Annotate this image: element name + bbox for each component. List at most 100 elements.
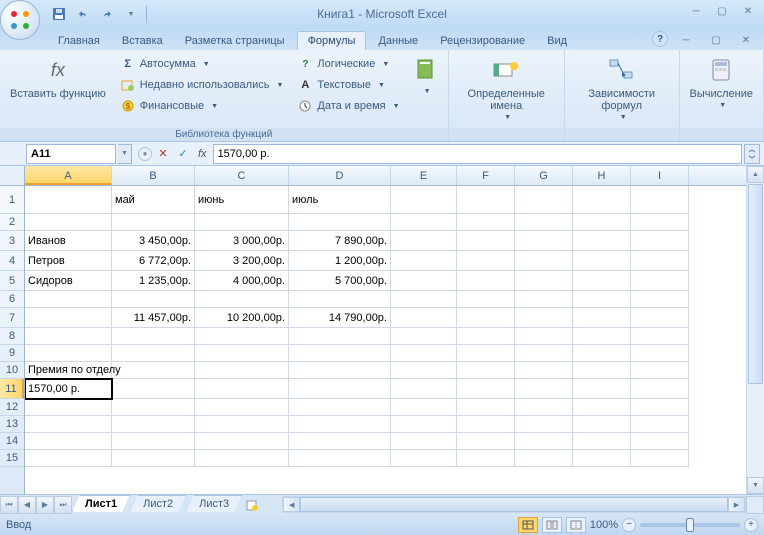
- cell-H4[interactable]: [573, 251, 631, 271]
- cell-I7[interactable]: [631, 308, 689, 328]
- cell-H14[interactable]: [573, 433, 631, 450]
- cell-C13[interactable]: [195, 416, 289, 433]
- cell-F15[interactable]: [457, 450, 515, 467]
- cell-C15[interactable]: [195, 450, 289, 467]
- text-button[interactable]: AТекстовые▼: [293, 75, 403, 95]
- tab-last-icon[interactable]: ⏭: [54, 496, 72, 514]
- cell-G7[interactable]: [515, 308, 573, 328]
- cell-F12[interactable]: [457, 399, 515, 416]
- cell-G8[interactable]: [515, 328, 573, 345]
- row-header-9[interactable]: 9: [0, 345, 24, 362]
- cell-grid[interactable]: майиюньиюльИванов3 450,00р.3 000,00р.7 8…: [25, 186, 746, 494]
- maximize-button[interactable]: ▢: [710, 2, 734, 20]
- cell-B11[interactable]: [112, 379, 195, 399]
- formula-input[interactable]: 1570,00 р.: [213, 144, 742, 164]
- cell-A7[interactable]: [25, 308, 112, 328]
- cell-I2[interactable]: [631, 214, 689, 231]
- tab-insert[interactable]: Вставка: [112, 32, 173, 50]
- sheet-tab-2[interactable]: Лист2: [130, 495, 186, 512]
- cell-C1[interactable]: июнь: [195, 186, 289, 214]
- cell-B4[interactable]: 6 772,00р.: [112, 251, 195, 271]
- cell-H12[interactable]: [573, 399, 631, 416]
- cell-G13[interactable]: [515, 416, 573, 433]
- cell-G11[interactable]: [515, 379, 573, 399]
- cell-F7[interactable]: [457, 308, 515, 328]
- cell-E11[interactable]: [391, 379, 457, 399]
- col-header-D[interactable]: D: [289, 166, 391, 185]
- cell-I5[interactable]: [631, 271, 689, 291]
- cell-I14[interactable]: [631, 433, 689, 450]
- save-icon[interactable]: [48, 3, 70, 25]
- col-header-C[interactable]: C: [195, 166, 289, 185]
- horizontal-scrollbar[interactable]: ◀ ▶: [282, 496, 746, 513]
- tab-page-layout[interactable]: Разметка страницы: [175, 32, 295, 50]
- sheet-tab-1[interactable]: Лист1: [72, 495, 130, 512]
- column-headers[interactable]: ABCDEFGHI: [25, 166, 746, 186]
- cell-B13[interactable]: [112, 416, 195, 433]
- cell-E7[interactable]: [391, 308, 457, 328]
- cell-G6[interactable]: [515, 291, 573, 308]
- resize-grip[interactable]: [746, 496, 764, 514]
- calculation-button[interactable]: Вычисление▼: [684, 52, 760, 111]
- sheet-tab-3[interactable]: Лист3: [186, 495, 242, 512]
- recent-button[interactable]: Недавно использовались▼: [116, 75, 288, 95]
- cell-F9[interactable]: [457, 345, 515, 362]
- row-header-5[interactable]: 5: [0, 271, 24, 291]
- cell-I6[interactable]: [631, 291, 689, 308]
- cell-G14[interactable]: [515, 433, 573, 450]
- cell-D15[interactable]: [289, 450, 391, 467]
- cell-C11[interactable]: [195, 379, 289, 399]
- row-header-3[interactable]: 3: [0, 231, 24, 251]
- worksheet[interactable]: ABCDEFGHI 123456789101112131415 майиюньи…: [0, 166, 764, 494]
- cell-D8[interactable]: [289, 328, 391, 345]
- cell-B3[interactable]: 3 450,00р.: [112, 231, 195, 251]
- cell-G15[interactable]: [515, 450, 573, 467]
- cell-G1[interactable]: [515, 186, 573, 214]
- defined-names-button[interactable]: Определенные имена▼: [453, 52, 560, 123]
- scroll-down-icon[interactable]: ▼: [747, 477, 764, 494]
- cell-E9[interactable]: [391, 345, 457, 362]
- cell-G5[interactable]: [515, 271, 573, 291]
- cell-B14[interactable]: [112, 433, 195, 450]
- cell-C6[interactable]: [195, 291, 289, 308]
- doc-restore-button[interactable]: ▢: [704, 31, 728, 49]
- cell-E2[interactable]: [391, 214, 457, 231]
- cell-E1[interactable]: [391, 186, 457, 214]
- tab-view[interactable]: Вид: [537, 32, 577, 50]
- cell-I4[interactable]: [631, 251, 689, 271]
- cell-B5[interactable]: 1 235,00р.: [112, 271, 195, 291]
- cell-E10[interactable]: [391, 362, 457, 379]
- cell-D3[interactable]: 7 890,00р.: [289, 231, 391, 251]
- cell-F2[interactable]: [457, 214, 515, 231]
- fx-icon[interactable]: fx: [198, 148, 207, 160]
- row-header-15[interactable]: 15: [0, 450, 24, 467]
- col-header-E[interactable]: E: [391, 166, 457, 185]
- office-button[interactable]: [0, 0, 40, 40]
- col-header-F[interactable]: F: [457, 166, 515, 185]
- cell-H10[interactable]: [573, 362, 631, 379]
- cell-H6[interactable]: [573, 291, 631, 308]
- cell-B7[interactable]: 11 457,00р.: [112, 308, 195, 328]
- tab-data[interactable]: Данные: [368, 32, 428, 50]
- cell-D12[interactable]: [289, 399, 391, 416]
- cell-D13[interactable]: [289, 416, 391, 433]
- col-header-H[interactable]: H: [573, 166, 631, 185]
- cell-H15[interactable]: [573, 450, 631, 467]
- col-header-I[interactable]: I: [631, 166, 689, 185]
- cell-E6[interactable]: [391, 291, 457, 308]
- cell-F3[interactable]: [457, 231, 515, 251]
- row-headers[interactable]: 123456789101112131415: [0, 186, 25, 494]
- row-header-1[interactable]: 1: [0, 186, 24, 214]
- enter-icon[interactable]: ✓: [174, 145, 192, 163]
- cell-A2[interactable]: [25, 214, 112, 231]
- cell-E13[interactable]: [391, 416, 457, 433]
- cell-E5[interactable]: [391, 271, 457, 291]
- cell-F1[interactable]: [457, 186, 515, 214]
- cell-D10[interactable]: [289, 362, 391, 379]
- cell-C14[interactable]: [195, 433, 289, 450]
- col-header-B[interactable]: B: [112, 166, 195, 185]
- redo-icon[interactable]: [96, 3, 118, 25]
- cell-A10[interactable]: Премия по отделу: [25, 362, 112, 379]
- col-header-A[interactable]: A: [25, 166, 112, 185]
- autosum-button[interactable]: ΣАвтосумма▼: [116, 54, 288, 74]
